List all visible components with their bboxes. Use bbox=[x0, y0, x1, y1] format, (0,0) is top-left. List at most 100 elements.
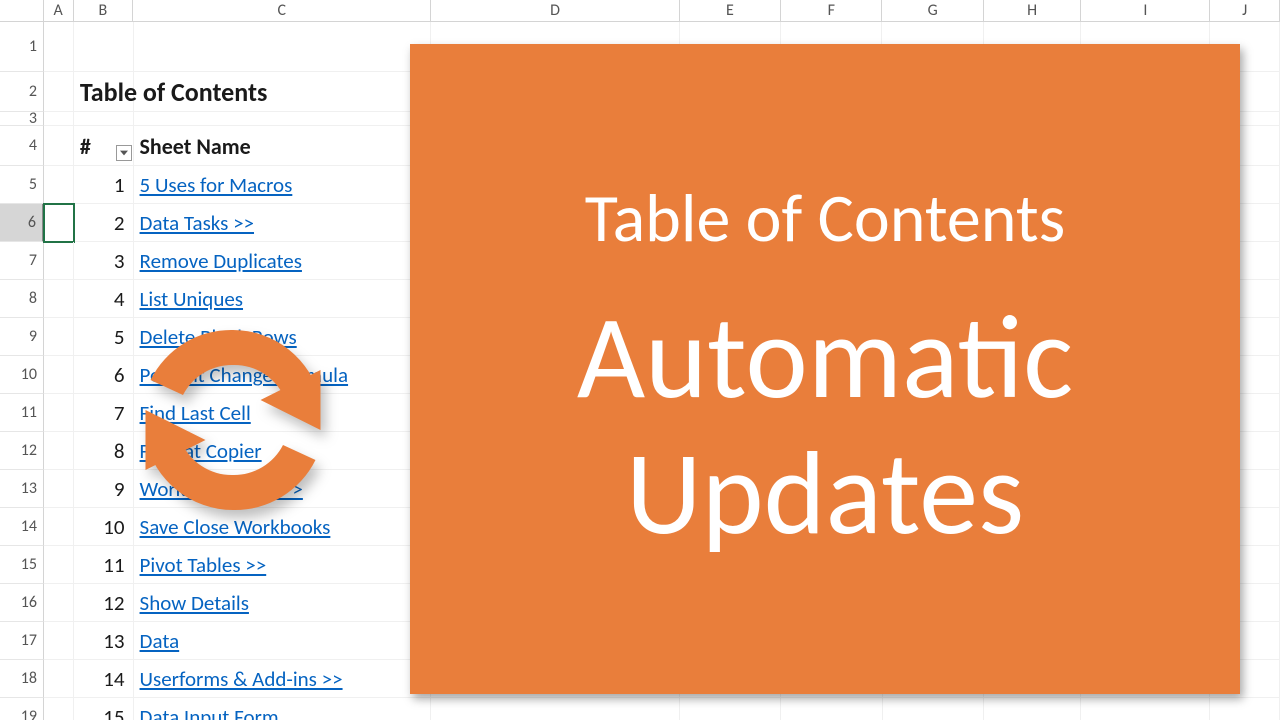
row-header-3[interactable]: 3 bbox=[0, 112, 44, 126]
toc-link-2[interactable]: Data Tasks >> bbox=[140, 210, 254, 236]
cell-B12[interactable]: 8 bbox=[74, 432, 134, 470]
cell-I19[interactable] bbox=[1081, 698, 1210, 720]
row-header-15[interactable]: 15 bbox=[0, 546, 44, 584]
row-header-1[interactable]: 1 bbox=[0, 22, 44, 72]
cell-A12[interactable] bbox=[44, 432, 74, 470]
cell-B7[interactable]: 3 bbox=[74, 242, 134, 280]
cell-C4[interactable]: Sheet Name bbox=[134, 126, 432, 166]
cell-A8[interactable] bbox=[44, 280, 74, 318]
cell-C18[interactable]: Userforms & Add-ins >> bbox=[134, 660, 432, 698]
row-header-13[interactable]: 13 bbox=[0, 470, 44, 508]
col-header-I[interactable]: I bbox=[1081, 0, 1210, 22]
cell-C16[interactable]: Show Details bbox=[134, 584, 432, 622]
cell-C5[interactable]: 5 Uses for Macros bbox=[134, 166, 432, 204]
toc-link-12[interactable]: Show Details bbox=[140, 590, 249, 616]
cell-A10[interactable] bbox=[44, 356, 74, 394]
col-header-E[interactable]: E bbox=[680, 0, 781, 22]
row-header-14[interactable]: 14 bbox=[0, 508, 44, 546]
cell-G19[interactable] bbox=[883, 698, 984, 720]
cell-B14[interactable]: 10 bbox=[74, 508, 134, 546]
col-header-D[interactable]: D bbox=[431, 0, 679, 22]
cell-B2[interactable]: Table of Contents bbox=[74, 72, 134, 112]
cell-A13[interactable] bbox=[44, 470, 74, 508]
col-header-B[interactable]: B bbox=[74, 0, 134, 22]
row-header-4[interactable]: 4 bbox=[0, 126, 44, 166]
row-header-11[interactable]: 11 bbox=[0, 394, 44, 432]
cell-B18[interactable]: 14 bbox=[74, 660, 134, 698]
cell-A15[interactable] bbox=[44, 546, 74, 584]
cell-C6[interactable]: Data Tasks >> bbox=[134, 204, 432, 242]
col-header-J[interactable]: J bbox=[1210, 0, 1280, 22]
toc-link-7[interactable]: Find Last Cell bbox=[140, 400, 251, 426]
cell-C2[interactable] bbox=[134, 72, 432, 112]
cell-C8[interactable]: List Uniques bbox=[134, 280, 432, 318]
col-header-G[interactable]: G bbox=[882, 0, 983, 22]
toc-link-4[interactable]: List Uniques bbox=[140, 286, 243, 312]
row-header-9[interactable]: 9 bbox=[0, 318, 44, 356]
cell-A11[interactable] bbox=[44, 394, 74, 432]
cell-F19[interactable] bbox=[781, 698, 882, 720]
col-header-H[interactable]: H bbox=[984, 0, 1081, 22]
cell-C9[interactable]: Delete Blank Rows bbox=[134, 318, 432, 356]
row-header-18[interactable]: 18 bbox=[0, 660, 44, 698]
cell-A9[interactable] bbox=[44, 318, 74, 356]
cell-A3[interactable] bbox=[44, 112, 74, 126]
cell-A19[interactable] bbox=[44, 698, 74, 720]
row-header-2[interactable]: 2 bbox=[0, 72, 44, 112]
cell-A5[interactable] bbox=[44, 166, 74, 204]
cell-A18[interactable] bbox=[44, 660, 74, 698]
cell-B8[interactable]: 4 bbox=[74, 280, 134, 318]
row-header-5[interactable]: 5 bbox=[0, 166, 44, 204]
cell-B5[interactable]: 1 bbox=[74, 166, 134, 204]
cell-A16[interactable] bbox=[44, 584, 74, 622]
toc-link-9[interactable]: Workbook Tasks >> bbox=[140, 476, 303, 502]
row-header-7[interactable]: 7 bbox=[0, 242, 44, 280]
filter-dropdown-icon[interactable] bbox=[116, 145, 132, 161]
toc-link-15[interactable]: Data Input Form bbox=[140, 704, 279, 720]
toc-link-10[interactable]: Save Close Workbooks bbox=[140, 514, 331, 540]
cell-B17[interactable]: 13 bbox=[74, 622, 134, 660]
toc-link-8[interactable]: Format Copier bbox=[140, 438, 262, 464]
cell-A14[interactable] bbox=[44, 508, 74, 546]
toc-link-11[interactable]: Pivot Tables >> bbox=[140, 552, 267, 578]
cell-H19[interactable] bbox=[984, 698, 1081, 720]
cell-C1[interactable] bbox=[134, 22, 432, 72]
toc-link-6[interactable]: Percent Change Formula bbox=[140, 362, 349, 388]
row-header-6[interactable]: 6 bbox=[0, 204, 44, 242]
toc-link-1[interactable]: 5 Uses for Macros bbox=[140, 172, 293, 198]
cell-B9[interactable]: 5 bbox=[74, 318, 134, 356]
row-header-12[interactable]: 12 bbox=[0, 432, 44, 470]
cell-C3[interactable] bbox=[134, 112, 432, 126]
row-header-10[interactable]: 10 bbox=[0, 356, 44, 394]
cell-B15[interactable]: 11 bbox=[74, 546, 134, 584]
cell-E19[interactable] bbox=[680, 698, 781, 720]
cell-B3[interactable] bbox=[74, 112, 134, 126]
cell-C12[interactable]: Format Copier bbox=[134, 432, 432, 470]
toc-link-3[interactable]: Remove Duplicates bbox=[140, 248, 302, 274]
cell-C11[interactable]: Find Last Cell bbox=[134, 394, 432, 432]
select-all-corner[interactable] bbox=[0, 0, 44, 22]
row-header-8[interactable]: 8 bbox=[0, 280, 44, 318]
toc-link-13[interactable]: Data bbox=[140, 628, 180, 654]
cell-B19[interactable]: 15 bbox=[74, 698, 134, 720]
cell-A2[interactable] bbox=[44, 72, 74, 112]
cell-D19[interactable] bbox=[431, 698, 679, 720]
cell-C14[interactable]: Save Close Workbooks bbox=[134, 508, 432, 546]
cell-B13[interactable]: 9 bbox=[74, 470, 134, 508]
cell-C19[interactable]: Data Input Form bbox=[134, 698, 432, 720]
cell-J19[interactable] bbox=[1210, 698, 1280, 720]
toc-link-5[interactable]: Delete Blank Rows bbox=[140, 324, 297, 350]
cell-B6[interactable]: 2 bbox=[74, 204, 134, 242]
cell-A1[interactable] bbox=[44, 22, 74, 72]
col-header-F[interactable]: F bbox=[781, 0, 882, 22]
cell-C10[interactable]: Percent Change Formula bbox=[134, 356, 432, 394]
row-header-19[interactable]: 19 bbox=[0, 698, 44, 720]
cell-C15[interactable]: Pivot Tables >> bbox=[134, 546, 432, 584]
cell-C7[interactable]: Remove Duplicates bbox=[134, 242, 432, 280]
cell-B11[interactable]: 7 bbox=[74, 394, 134, 432]
cell-A17[interactable] bbox=[44, 622, 74, 660]
toc-link-14[interactable]: Userforms & Add-ins >> bbox=[140, 666, 343, 692]
col-header-C[interactable]: C bbox=[133, 0, 431, 22]
cell-B1[interactable] bbox=[74, 22, 134, 72]
cell-B16[interactable]: 12 bbox=[74, 584, 134, 622]
